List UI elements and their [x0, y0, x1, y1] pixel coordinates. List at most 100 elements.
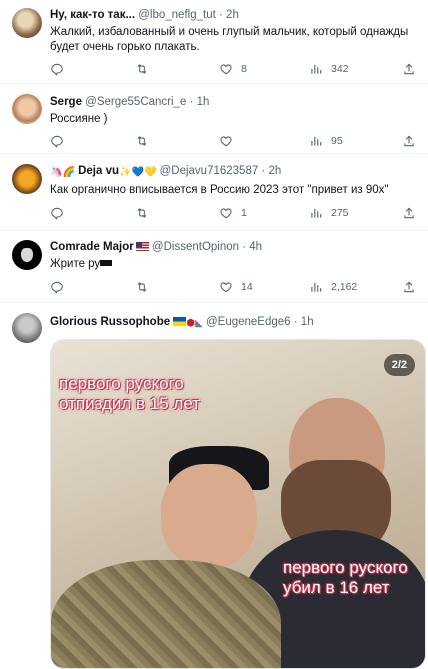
ukraine-flag-icon	[173, 317, 187, 326]
child-figure	[51, 420, 281, 668]
tweet-header: Ну, как-то так... @lbo_neflg_tut · 2h	[50, 8, 418, 22]
rainbow-icon: 🌈	[62, 167, 75, 178]
share-button[interactable]	[402, 61, 416, 77]
yellow-heart-icon: 💛	[143, 167, 157, 178]
timestamp[interactable]: 1h	[197, 96, 210, 108]
unicorn-icon: 🦄	[50, 167, 63, 178]
like-button[interactable]: 1	[219, 205, 247, 221]
share-icon	[402, 62, 416, 76]
blue-heart-icon: 💙	[131, 167, 144, 178]
views-icon	[309, 134, 323, 148]
reply-icon	[50, 206, 64, 220]
retweet-button[interactable]	[135, 205, 149, 221]
avatar[interactable]	[12, 8, 42, 38]
reply-button[interactable]	[50, 61, 64, 77]
emblem-icon: ⬢	[186, 318, 196, 329]
like-count: 14	[241, 281, 253, 293]
display-name[interactable]: Ну, как-то так...	[50, 9, 135, 21]
tweet-text-content: Жрите ру	[50, 258, 101, 270]
user-handle[interactable]: @lbo_neflg_tut	[138, 9, 216, 21]
share-icon	[402, 206, 416, 220]
share-button[interactable]	[402, 133, 416, 149]
timestamp[interactable]: 1h	[301, 316, 314, 328]
retweet-icon	[135, 206, 149, 220]
separator-dot: ·	[189, 96, 194, 108]
retweet-button[interactable]	[135, 61, 149, 77]
retweet-button[interactable]	[135, 279, 149, 295]
user-handle[interactable]: @EugeneEdge6	[206, 316, 291, 328]
avatar[interactable]	[12, 164, 42, 194]
tweet-header: Serge @Serge55Cancri_e · 1h	[50, 95, 418, 109]
display-name[interactable]: Comrade Major	[50, 241, 134, 253]
views-count: 2,162	[331, 281, 358, 293]
tweet-text: Как органично вписывается в Россию 2023 …	[50, 184, 389, 196]
views-icon	[309, 206, 323, 220]
tweet-header: Comrade Major @DissentOpinon · 4h	[50, 240, 418, 254]
views-count: 342	[331, 63, 349, 75]
separator-dot: ·	[293, 316, 298, 328]
tweet[interactable]: 🦄🌈 Deja vu✨💙💛 @Dejavu71623587 · 2h Как о…	[0, 154, 428, 231]
retweet-icon	[135, 280, 149, 294]
views-count: 275	[331, 207, 349, 219]
tweet-header: Glorious Russophobe ⬢◣ @EugeneEdge6 · 1h	[50, 315, 418, 331]
retweet-button[interactable]	[135, 133, 149, 149]
tweet-header: 🦄🌈 Deja vu✨💙💛 @Dejavu71623587 · 2h	[50, 164, 418, 180]
tweet[interactable]: Comrade Major @DissentOpinon · 4h Жрите …	[0, 231, 428, 303]
censor-bar	[100, 260, 113, 266]
image-caption-bottom: первого руского убил в 16 лет	[283, 558, 408, 597]
views-icon	[309, 62, 323, 76]
timestamp[interactable]: 2h	[226, 9, 239, 21]
reply-button[interactable]	[50, 133, 64, 149]
image-counter-badge: 2/2	[383, 354, 415, 376]
action-bar: 1 275	[50, 205, 416, 221]
views-button[interactable]: 2,162	[309, 279, 357, 295]
shark-icon: ◣	[195, 318, 203, 329]
action-bar: 8 342	[50, 61, 416, 77]
like-icon	[219, 206, 233, 220]
action-bar: 14 2,162	[50, 279, 416, 295]
like-button[interactable]: 8	[219, 61, 247, 77]
like-button[interactable]: 14	[219, 279, 253, 295]
like-icon	[219, 134, 233, 148]
display-name[interactable]: Glorious Russophobe	[50, 316, 170, 328]
user-handle[interactable]: @Dejavu71623587	[160, 165, 259, 177]
action-bar: 95	[50, 133, 416, 149]
display-name[interactable]: Serge	[50, 96, 82, 108]
avatar[interactable]	[12, 313, 42, 343]
like-icon	[219, 280, 233, 294]
tweet-text: Жалкий, избалованный и очень глупый маль…	[50, 26, 409, 53]
avatar[interactable]	[12, 240, 42, 270]
views-button[interactable]: 95	[309, 133, 343, 149]
reply-icon	[50, 280, 64, 294]
like-icon	[219, 62, 233, 76]
display-name[interactable]: Deja vu	[78, 165, 119, 177]
reply-icon	[50, 62, 64, 76]
reply-button[interactable]	[50, 279, 64, 295]
separator-dot: ·	[242, 241, 247, 253]
separator-dot: ·	[219, 9, 223, 21]
share-icon	[402, 134, 416, 148]
share-button[interactable]	[402, 279, 416, 295]
tweet[interactable]: Serge @Serge55Cancri_e · 1h Россияне ) 9…	[0, 84, 428, 154]
user-handle[interactable]: @Serge55Cancri_e	[85, 96, 186, 108]
views-button[interactable]: 342	[309, 61, 349, 77]
tweet[interactable]: Ну, как-то так... @lbo_neflg_tut · 2h Жа…	[0, 0, 428, 84]
views-button[interactable]: 275	[309, 205, 349, 221]
tweet-text: Жрите ру	[50, 257, 418, 272]
share-button[interactable]	[402, 205, 416, 221]
emblem-icon	[21, 248, 33, 262]
retweet-icon	[135, 62, 149, 76]
tweet-media-image[interactable]: первого руского отпиздил в 15 лет первог…	[50, 339, 426, 669]
avatar[interactable]	[12, 94, 42, 124]
like-button[interactable]	[219, 133, 233, 149]
reply-icon	[50, 134, 64, 148]
like-count: 1	[241, 207, 247, 219]
reply-button[interactable]	[50, 205, 64, 221]
share-icon	[402, 280, 416, 294]
views-icon	[309, 280, 323, 294]
sparkles-icon: ✨	[119, 167, 132, 178]
user-handle[interactable]: @DissentOpinon	[152, 241, 239, 253]
timestamp[interactable]: 2h	[268, 165, 281, 177]
timestamp[interactable]: 4h	[249, 241, 262, 253]
tweet-text: Россияне )	[50, 113, 108, 125]
